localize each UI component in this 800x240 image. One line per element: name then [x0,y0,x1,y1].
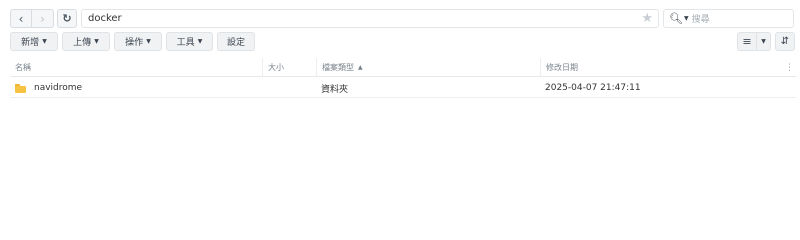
column-modified-label: 修改日期 [546,63,578,72]
file-name: navidrome [34,83,83,93]
sort-icon: ⇵ [780,36,790,47]
upload-button[interactable]: 上傳 ▼ [62,32,110,51]
column-modified[interactable]: 修改日期 [540,58,780,77]
sort-ascending-icon: ▲ [358,64,363,71]
table-header: 名稱 大小 檔案類型 ▲ 修改日期 ⋮ [10,58,796,77]
column-options-icon[interactable]: ⋮ [785,58,794,77]
toolbar: 新增 ▼ 上傳 ▼ 操作 ▼ 工具 ▼ 設定 [10,32,255,51]
sort-button[interactable]: ⇵ [775,32,795,51]
path-text: docker [88,13,122,24]
forward-button[interactable]: › [32,10,53,27]
refresh-icon: ↻ [62,12,72,25]
search-icon[interactable]: 🔍︎ [669,12,683,25]
column-name-label: 名稱 [15,63,31,72]
tools-label: 工具 [176,38,195,48]
refresh-button[interactable]: ↻ [57,9,77,28]
caret-down-icon: ▼ [197,38,203,45]
caret-down-icon: ▼ [146,38,151,45]
column-name[interactable]: 名稱 [10,58,262,77]
upload-label: 上傳 [73,38,92,48]
cell-type: 資料夾 [321,84,349,95]
column-type[interactable]: 檔案類型 ▲ [316,58,540,77]
cell-size [267,78,316,98]
create-label: 新增 [21,38,40,48]
path-field[interactable]: docker ★ [81,9,659,28]
list-view-icon: ≡ [742,35,752,48]
tools-button[interactable]: 工具 ▼ [166,32,213,51]
view-mode-dropdown[interactable]: ▼ [757,32,771,51]
search-placeholder: 搜尋 [691,15,710,25]
settings-label: 設定 [226,38,245,48]
create-button[interactable]: 新增 ▼ [10,32,58,51]
caret-down-icon[interactable]: ▼ [684,15,689,22]
caret-down-icon: ▼ [42,38,47,45]
caret-down-icon: ▼ [94,38,99,45]
column-size-label: 大小 [268,63,284,72]
file-station-window: ‹ › ↻ docker ★ 🔍︎ ▼ 搜尋 新增 ▼ 上傳 ▼ 操作 ▼ 工具 ▼ 設… [0,0,800,209]
column-size[interactable]: 大小 [262,58,316,77]
cell-name: navidrome [10,78,262,98]
chevron-right-icon: › [40,11,45,26]
back-button[interactable]: ‹ [11,10,32,27]
folder-icon [15,83,26,93]
star-icon[interactable]: ★ [641,11,653,26]
settings-button[interactable]: 設定 [217,32,255,51]
cell-modified: 2025-04-07 21:47:11 [545,83,641,93]
history-nav: ‹ › [10,9,54,28]
search-input[interactable]: 🔍︎ ▼ 搜尋 [663,9,794,28]
table-row[interactable]: navidrome 資料夾 2025-04-07 21:47:11 [10,78,796,98]
caret-down-icon: ▼ [761,38,766,45]
list-view-button[interactable]: ≡ [737,32,757,51]
action-button[interactable]: 操作 ▼ [114,32,162,51]
action-label: 操作 [125,38,144,48]
chevron-left-icon: ‹ [18,11,24,26]
view-mode-group: ≡ ▼ [737,32,771,51]
column-type-label: 檔案類型 [322,63,354,72]
